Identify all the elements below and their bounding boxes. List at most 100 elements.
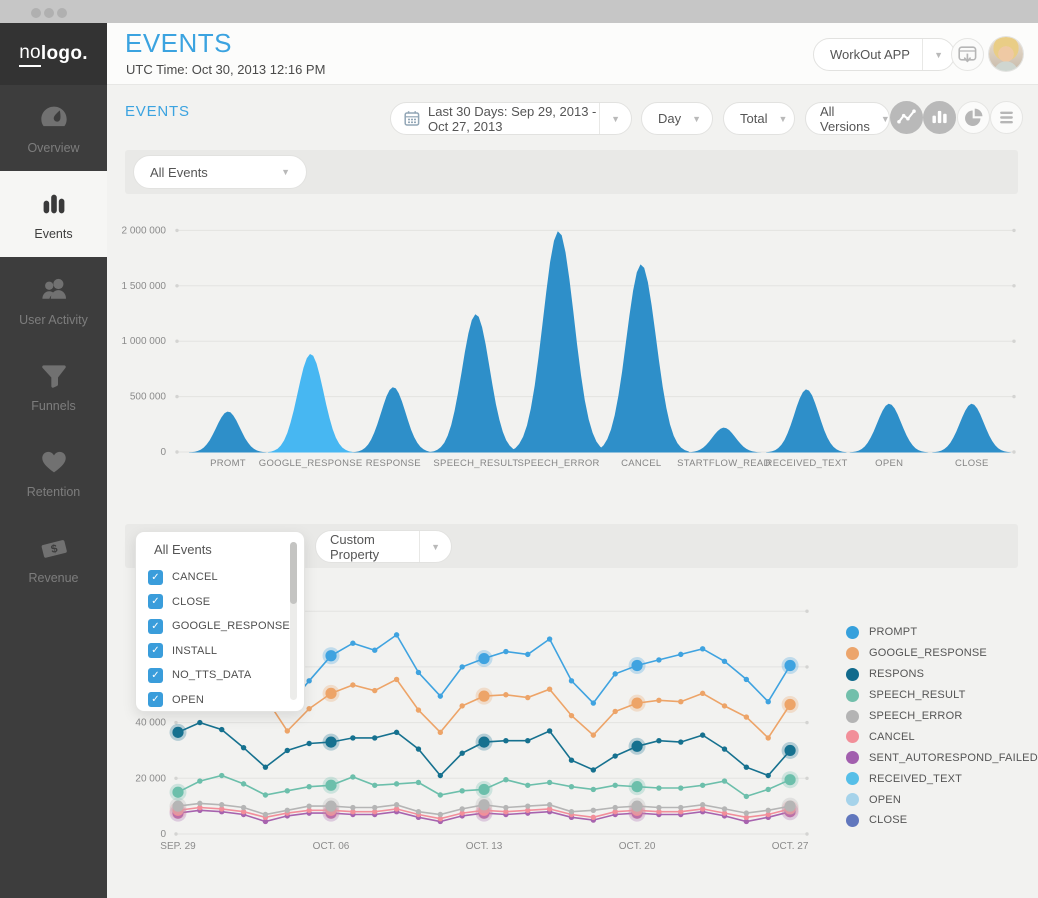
- data-point: [459, 664, 464, 669]
- data-point: [613, 805, 618, 810]
- data-point: [350, 641, 355, 646]
- legend-color-dot: [846, 689, 859, 702]
- legend-item-cancel[interactable]: CANCEL: [846, 726, 1038, 747]
- data-point: [438, 773, 443, 778]
- data-point: [678, 739, 683, 744]
- legend-color-dot: [846, 751, 859, 764]
- sidebar-item-events[interactable]: Events: [0, 171, 107, 257]
- data-point: [613, 671, 618, 676]
- legend-item-prompt[interactable]: PROMPT: [846, 622, 1038, 643]
- app-window: nologo. Overview Events User ActivityFunne…: [0, 0, 1038, 898]
- data-point: [547, 728, 552, 733]
- legend-item-close[interactable]: CLOSE: [846, 810, 1038, 831]
- sidebar-item-user-activity[interactable]: User Activity: [0, 257, 107, 343]
- legend-label: GOOGLE_RESPONSE: [869, 647, 987, 659]
- data-point: [459, 703, 464, 708]
- legend-item-speech_error[interactable]: SPEECH_ERROR: [846, 706, 1038, 727]
- window-control-dot[interactable]: [57, 8, 67, 18]
- data-point: [241, 781, 246, 786]
- sidebar-item-retention[interactable]: Retention: [0, 429, 107, 515]
- data-point: [591, 767, 596, 772]
- sidebar-item-overview[interactable]: Overview: [0, 85, 107, 171]
- event-option-install[interactable]: ✓INSTALL: [136, 639, 304, 664]
- sidebar-item-revenue[interactable]: $Revenue: [0, 515, 107, 601]
- event-option-label: CANCEL: [172, 571, 218, 583]
- data-point: [678, 805, 683, 810]
- data-point: [591, 732, 596, 737]
- events-option-list: ✓ CANCEL ✓CLOSE✓GOOGLE_RESPONSE✓INSTALL✓NO…: [136, 565, 304, 712]
- legend-item-open[interactable]: OPEN: [846, 789, 1038, 810]
- data-point: [569, 809, 574, 814]
- legend-color-dot: [846, 814, 859, 827]
- data-point: [784, 699, 795, 710]
- sidebar-item-label: Events: [34, 227, 72, 241]
- x-axis-tick: OCT. 27: [772, 841, 809, 852]
- event-option-label: OPEN: [172, 694, 204, 706]
- data-point: [547, 636, 552, 641]
- legend-label: RESPONS: [869, 668, 924, 680]
- data-point: [569, 784, 574, 789]
- event-option-google_response[interactable]: ✓GOOGLE_RESPONSE: [136, 614, 304, 639]
- data-point: [722, 778, 727, 783]
- event-option-cancel[interactable]: ✓ CANCEL: [136, 565, 304, 590]
- user-avatar[interactable]: [989, 37, 1023, 71]
- dollar-bill-icon: $: [38, 532, 70, 564]
- data-point: [394, 781, 399, 786]
- gauge-icon: [38, 102, 70, 134]
- data-point: [744, 794, 749, 799]
- legend-label: RECEIVED_TEXT: [869, 773, 962, 785]
- checkbox[interactable]: ✓: [148, 594, 163, 609]
- legend-color-dot: [846, 730, 859, 743]
- legend-color-dot: [846, 626, 859, 639]
- heart-icon: [38, 446, 70, 478]
- data-point: [656, 805, 661, 810]
- checkbox[interactable]: ✓: [148, 643, 163, 658]
- sidebar-item-funnels[interactable]: Funnels: [0, 343, 107, 429]
- legend-item-respons[interactable]: RESPONS: [846, 664, 1038, 685]
- logo-text: no: [19, 42, 41, 67]
- x-axis-tick: SEP. 29: [160, 841, 196, 852]
- data-point: [306, 803, 311, 808]
- y-axis-tick: 0: [160, 829, 166, 840]
- bar-chart-icon: [38, 188, 70, 220]
- scrollbar-track[interactable]: [290, 542, 297, 700]
- checkbox[interactable]: ✓: [148, 570, 163, 585]
- data-point: [525, 738, 530, 743]
- app-selector-dropdown[interactable]: WorkOut APP ▼: [813, 38, 955, 71]
- window-control-dot[interactable]: [31, 8, 41, 18]
- legend-color-dot: [846, 793, 859, 806]
- chevron-down-icon: ▼: [923, 50, 954, 60]
- data-point: [459, 751, 464, 756]
- data-point: [631, 741, 642, 752]
- legend-item-google_response[interactable]: GOOGLE_RESPONSE: [846, 643, 1038, 664]
- scrollbar-thumb[interactable]: [290, 542, 297, 604]
- data-point: [372, 647, 377, 652]
- checkbox[interactable]: ✓: [148, 692, 163, 707]
- legend-item-received_text[interactable]: RECEIVED_TEXT: [846, 768, 1038, 789]
- data-point: [219, 727, 224, 732]
- event-option-no_tts_data[interactable]: ✓NO_TTS_DATA: [136, 663, 304, 688]
- data-point: [722, 703, 727, 708]
- window-control-dot[interactable]: [44, 8, 54, 18]
- data-point: [613, 709, 618, 714]
- y-axis-tick: 20 000: [135, 773, 166, 784]
- funnel-icon: [38, 360, 70, 392]
- export-button[interactable]: [951, 38, 984, 71]
- data-point: [306, 706, 311, 711]
- data-point: [438, 693, 443, 698]
- app-logo[interactable]: nologo.: [0, 23, 107, 85]
- utc-time-label: UTC Time: Oct 30, 2013 12:16 PM: [126, 62, 325, 77]
- event-option-close[interactable]: ✓CLOSE: [136, 590, 304, 615]
- legend-item-sent_autorespond_failed[interactable]: SENT_AUTORESPOND_FAILED: [846, 747, 1038, 768]
- checkbox[interactable]: ✓: [148, 619, 163, 634]
- data-point: [285, 808, 290, 813]
- data-point: [744, 764, 749, 769]
- data-point: [306, 784, 311, 789]
- legend-label: CANCEL: [869, 731, 915, 743]
- legend-color-dot: [846, 647, 859, 660]
- legend-item-speech_result[interactable]: SPEECH_RESULT: [846, 685, 1038, 706]
- data-point: [285, 728, 290, 733]
- checkbox[interactable]: ✓: [148, 668, 163, 683]
- event-option-open[interactable]: ✓ OPEN: [136, 688, 304, 713]
- data-point: [591, 815, 596, 820]
